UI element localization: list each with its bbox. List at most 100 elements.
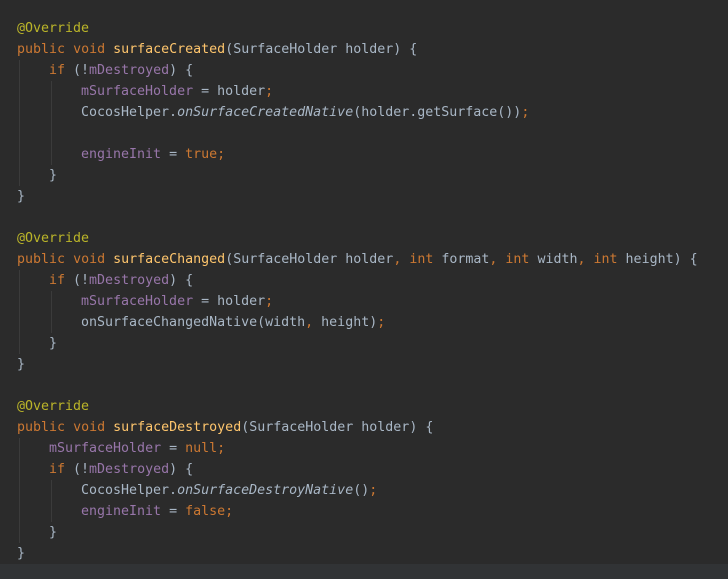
indent-guide <box>19 144 20 165</box>
code-token: format <box>433 252 490 267</box>
code-line[interactable]: } <box>17 543 698 564</box>
code-line[interactable]: if (!mDestroyed) { <box>17 270 698 291</box>
indent-guide <box>19 102 20 123</box>
code-line[interactable]: } <box>17 165 698 186</box>
code-token: @Override <box>17 231 90 246</box>
code-token: } <box>49 168 58 183</box>
code-line[interactable] <box>17 207 698 228</box>
code-token: } <box>17 546 26 561</box>
code-editor[interactable]: @Override public void surfaceCreated(Surf… <box>0 0 728 564</box>
code-token: onSurfaceChangedNative(width <box>81 315 306 330</box>
code-line[interactable]: engineInit = false; <box>17 501 698 522</box>
code-token: (SurfaceHolder holder) { <box>241 420 434 435</box>
code-token: (! <box>65 63 90 78</box>
code-line[interactable]: public void surfaceChanged(SurfaceHolder… <box>17 249 698 270</box>
code-token: ; <box>217 147 226 162</box>
code-token: ) { <box>169 462 194 477</box>
code-line[interactable]: CocosHelper.onSurfaceDestroyNative(); <box>17 480 698 501</box>
indent-guide <box>19 333 20 354</box>
code-token: if <box>49 273 66 288</box>
code-token: , <box>305 315 322 330</box>
code-token: () <box>353 483 370 498</box>
code-token: = <box>161 147 186 162</box>
indent-guide <box>19 60 20 81</box>
code-line[interactable]: } <box>17 354 698 375</box>
code-token: void <box>73 420 106 435</box>
code-token: public <box>17 252 66 267</box>
code-line[interactable]: @Override <box>17 18 698 39</box>
code-token: } <box>17 357 26 372</box>
code-token: = <box>161 441 186 456</box>
code-line[interactable]: mSurfaceHolder = holder; <box>17 291 698 312</box>
code-line[interactable]: @Override <box>17 396 698 417</box>
code-token: , <box>393 252 410 267</box>
code-token: (! <box>65 462 90 477</box>
code-line[interactable]: public void surfaceCreated(SurfaceHolder… <box>17 39 698 60</box>
code-line[interactable]: if (!mDestroyed) { <box>17 60 698 81</box>
code-token: ; <box>369 483 378 498</box>
indent-guide <box>51 123 52 144</box>
code-token: false <box>185 504 226 519</box>
code-token: if <box>49 63 66 78</box>
indent-guide <box>51 102 52 123</box>
code-token: ; <box>265 294 274 309</box>
code-line[interactable]: mSurfaceHolder = holder; <box>17 81 698 102</box>
code-token: ; <box>225 504 234 519</box>
code-token: (! <box>65 273 90 288</box>
code-token: void <box>73 42 106 57</box>
code-line[interactable]: } <box>17 333 698 354</box>
code-token: height) <box>321 315 378 330</box>
code-line[interactable]: mSurfaceHolder = null; <box>17 438 698 459</box>
code-line[interactable] <box>17 123 698 144</box>
indent-guide <box>19 522 20 543</box>
indent-guide <box>19 165 20 186</box>
indent-guide <box>51 312 52 333</box>
code-token: width <box>529 252 578 267</box>
indent-guide <box>19 312 20 333</box>
code-token: (holder.getSurface()) <box>353 105 522 120</box>
code-line[interactable]: onSurfaceChangedNative(width, height); <box>17 312 698 333</box>
code-line[interactable]: } <box>17 186 698 207</box>
indent-guide <box>19 123 20 144</box>
indent-guide <box>19 291 20 312</box>
code-token: onSurfaceCreatedNative <box>177 105 354 120</box>
code-token: = holder <box>193 84 266 99</box>
indent-guide <box>51 480 52 501</box>
indent-guide <box>19 501 20 522</box>
code-token: } <box>17 189 26 204</box>
indent-guide <box>19 81 20 102</box>
code-line[interactable] <box>17 375 698 396</box>
code-line[interactable]: public void surfaceDestroyed(SurfaceHold… <box>17 417 698 438</box>
code-lines[interactable]: @Override public void surfaceCreated(Surf… <box>17 18 698 564</box>
code-token: int <box>505 252 530 267</box>
code-line[interactable]: CocosHelper.onSurfaceCreatedNative(holde… <box>17 102 698 123</box>
code-token: surfaceChanged <box>113 252 226 267</box>
code-token: surfaceDestroyed <box>113 420 242 435</box>
code-token: (SurfaceHolder holder) { <box>225 42 418 57</box>
code-token: mDestroyed <box>89 63 170 78</box>
code-token: engineInit <box>81 504 162 519</box>
code-token: mSurfaceHolder <box>81 84 194 99</box>
indent-guide <box>19 480 20 501</box>
code-token: int <box>593 252 618 267</box>
indent-guide <box>19 270 20 291</box>
indent-guide <box>19 438 20 459</box>
code-token: true <box>185 147 218 162</box>
code-token: mSurfaceHolder <box>49 441 162 456</box>
indent-guide <box>51 501 52 522</box>
code-token: ) { <box>169 63 194 78</box>
indent-guide <box>51 81 52 102</box>
code-token: mDestroyed <box>89 273 170 288</box>
code-line[interactable]: } <box>17 522 698 543</box>
code-line[interactable]: @Override <box>17 228 698 249</box>
code-token: ; <box>377 315 386 330</box>
code-line[interactable]: if (!mDestroyed) { <box>17 459 698 480</box>
code-line[interactable]: engineInit = true; <box>17 144 698 165</box>
horizontal-scrollbar[interactable] <box>0 564 728 579</box>
code-token: CocosHelper. <box>81 105 178 120</box>
